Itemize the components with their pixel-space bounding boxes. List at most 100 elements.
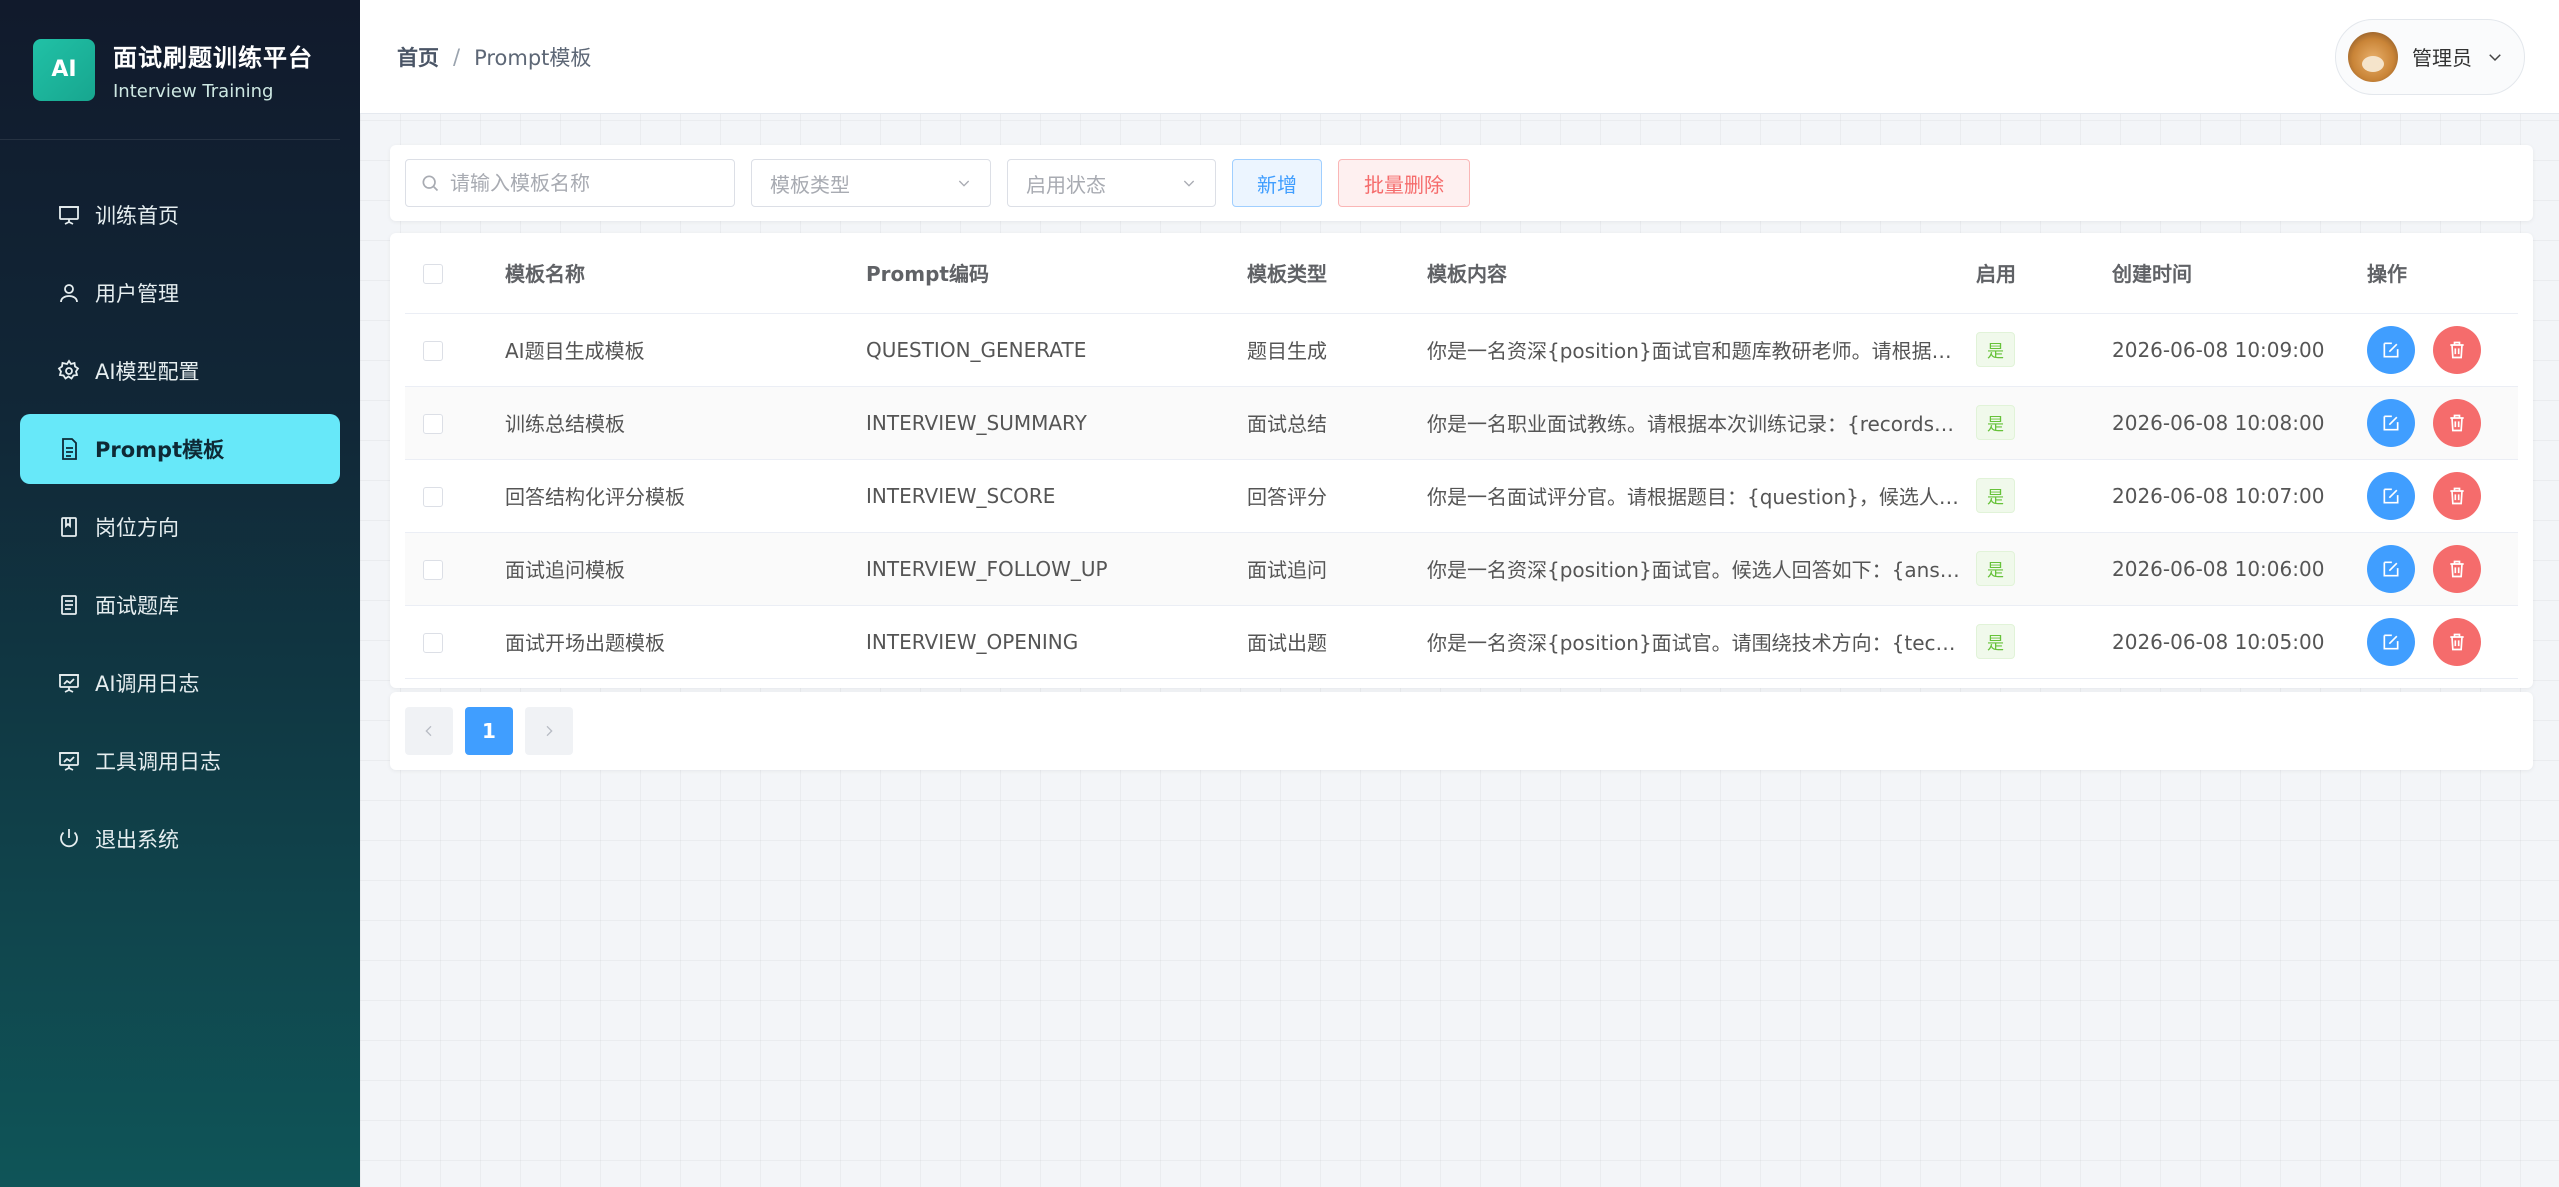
cell-content: 你是一名资深{position}面试官。请围绕技术方向：{tech}… xyxy=(1427,605,1976,679)
sidebar-item-logout[interactable]: 退出系统 xyxy=(20,804,340,874)
chevron-down-icon xyxy=(1183,180,1195,187)
edit-icon xyxy=(2383,342,2399,357)
cell-name: AI题目生成模板 xyxy=(505,313,866,387)
table-row: AI题目生成模板 QUESTION_GENERATE 题目生成 你是一名资深{p… xyxy=(405,313,2518,387)
table-row: 训练总结模板 INTERVIEW_SUMMARY 面试总结 你是一名职业面试教练… xyxy=(405,386,2518,460)
sidebar-item-label: AI模型配置 xyxy=(95,360,200,384)
column-header: 创建时间 xyxy=(2112,233,2367,314)
sidebar-item-question-bank[interactable]: 面试题库 xyxy=(20,570,340,640)
row-checkbox[interactable] xyxy=(423,341,443,361)
search-input[interactable] xyxy=(450,171,720,195)
row-checkbox[interactable] xyxy=(423,560,443,580)
edit-button[interactable] xyxy=(2367,471,2415,520)
enabled-tag: 是 xyxy=(1976,405,2015,440)
batch-delete-button[interactable]: 批量删除 xyxy=(1338,159,1470,207)
enable-status-select[interactable]: 启用状态 xyxy=(1007,159,1216,207)
delete-button[interactable] xyxy=(2433,325,2481,374)
column-header: Prompt编码 xyxy=(866,233,1247,314)
enabled-tag: 是 xyxy=(1976,332,2015,367)
user-menu[interactable]: 管理员 xyxy=(2335,18,2525,95)
row-checkbox[interactable] xyxy=(423,414,443,434)
cell-content: 你是一名面试评分官。请根据题目：{question}，候选人… xyxy=(1427,459,1976,533)
row-checkbox[interactable] xyxy=(423,487,443,507)
document-icon xyxy=(57,437,81,461)
cell-code: INTERVIEW_OPENING xyxy=(866,605,1247,679)
chevron-right-icon xyxy=(546,725,553,737)
breadcrumb-separator: / xyxy=(453,44,461,69)
cell-created: 2026-06-08 10:05:00 xyxy=(2112,605,2367,679)
edit-button[interactable] xyxy=(2367,544,2415,593)
table-header-row: 模板名称 Prompt编码 模板类型 模板内容 启用 创建时间 操作 xyxy=(405,233,2518,314)
cell-type: 面试追问 xyxy=(1247,532,1427,606)
cell-created: 2026-06-08 10:09:00 xyxy=(2112,313,2367,387)
edit-button[interactable] xyxy=(2367,617,2415,666)
sidebar-item-label: 训练首页 xyxy=(95,204,179,228)
trash-icon xyxy=(2450,487,2464,504)
sidebar-item-ai-call-log[interactable]: AI调用日志 xyxy=(20,648,340,718)
sidebar-menu: 训练首页 用户管理 AI模型配置 Prompt模板 岗位方向 面试题库 AI调用… xyxy=(0,140,360,882)
enable-status-placeholder: 启用状态 xyxy=(1026,172,1106,197)
edit-icon xyxy=(2383,488,2399,503)
page-number-current[interactable]: 1 xyxy=(465,707,513,755)
sidebar-item-ai-model-config[interactable]: AI模型配置 xyxy=(20,336,340,406)
next-page-button[interactable] xyxy=(525,707,573,755)
sidebar-item-label: 面试题库 xyxy=(95,594,179,618)
cell-code: QUESTION_GENERATE xyxy=(866,313,1247,387)
cell-created: 2026-06-08 10:07:00 xyxy=(2112,459,2367,533)
cell-content: 你是一名职业面试教练。请根据本次训练记录：{records}… xyxy=(1427,386,1976,460)
brand-logo: AI xyxy=(33,38,95,101)
breadcrumb-home[interactable]: 首页 xyxy=(397,42,439,72)
delete-button[interactable] xyxy=(2433,544,2481,593)
chevron-left-icon xyxy=(425,725,432,737)
column-header: 模板类型 xyxy=(1247,233,1427,314)
prev-page-button[interactable] xyxy=(405,707,453,755)
edit-button[interactable] xyxy=(2367,325,2415,374)
template-table-card: 模板名称 Prompt编码 模板类型 模板内容 启用 创建时间 操作 AI题目生… xyxy=(390,233,2533,688)
presentation-icon xyxy=(57,203,81,227)
add-button[interactable]: 新增 xyxy=(1232,159,1322,207)
sidebar-item-prompt-template[interactable]: Prompt模板 xyxy=(20,414,340,484)
select-all-checkbox[interactable] xyxy=(423,264,443,285)
pagination: 1 xyxy=(390,692,2533,770)
sidebar: AI 面试刷题训练平台 Interview Training 训练首页 用户管理… xyxy=(0,0,360,1187)
breadcrumb: 首页 / Prompt模板 xyxy=(397,42,591,72)
filter-toolbar: 模板类型 启用状态 新增 批量删除 xyxy=(390,145,2533,221)
cell-name: 面试追问模板 xyxy=(505,532,866,606)
gear-icon xyxy=(57,359,81,383)
table-row: 面试追问模板 INTERVIEW_FOLLOW_UP 面试追问 你是一名资深{p… xyxy=(405,532,2518,606)
sidebar-item-label: 退出系统 xyxy=(95,828,179,852)
enabled-tag: 是 xyxy=(1976,478,2015,513)
row-checkbox[interactable] xyxy=(423,633,443,653)
column-header: 启用 xyxy=(1976,233,2112,314)
sidebar-item-tool-call-log[interactable]: 工具调用日志 xyxy=(20,726,340,796)
cell-type: 题目生成 xyxy=(1247,313,1427,387)
table-row: 面试开场出题模板 INTERVIEW_OPENING 面试出题 你是一名资深{p… xyxy=(405,605,2518,679)
book-icon xyxy=(57,515,81,539)
brand-subtitle: Interview Training xyxy=(113,80,274,102)
cell-name: 回答结构化评分模板 xyxy=(505,459,866,533)
sidebar-item-label: Prompt模板 xyxy=(95,438,225,462)
column-header: 操作 xyxy=(2367,233,2518,314)
cell-name: 面试开场出题模板 xyxy=(505,605,866,679)
cell-created: 2026-06-08 10:06:00 xyxy=(2112,532,2367,606)
sidebar-item-job-direction[interactable]: 岗位方向 xyxy=(20,492,340,562)
power-icon xyxy=(57,827,81,851)
trash-icon xyxy=(2450,414,2464,431)
delete-button[interactable] xyxy=(2433,617,2481,666)
sidebar-item-label: 工具调用日志 xyxy=(95,750,221,774)
chart-board-icon xyxy=(57,749,81,773)
enabled-tag: 是 xyxy=(1976,551,2015,586)
search-box[interactable] xyxy=(405,159,735,207)
template-table: 模板名称 Prompt编码 模板类型 模板内容 启用 创建时间 操作 AI题目生… xyxy=(405,233,2518,679)
edit-button[interactable] xyxy=(2367,398,2415,447)
user-name: 管理员 xyxy=(2412,46,2472,70)
sidebar-item-training-home[interactable]: 训练首页 xyxy=(20,180,340,250)
sidebar-item-user-management[interactable]: 用户管理 xyxy=(20,258,340,328)
delete-button[interactable] xyxy=(2433,471,2481,520)
brand-title: 面试刷题训练平台 xyxy=(113,43,313,72)
main-content: 首页 / Prompt模板 管理员 模板类型 启用状态 新增 批量删除 xyxy=(360,0,2559,1187)
brand: AI 面试刷题训练平台 Interview Training xyxy=(0,0,340,140)
trash-icon xyxy=(2450,633,2464,650)
delete-button[interactable] xyxy=(2433,398,2481,447)
template-type-select[interactable]: 模板类型 xyxy=(751,159,991,207)
